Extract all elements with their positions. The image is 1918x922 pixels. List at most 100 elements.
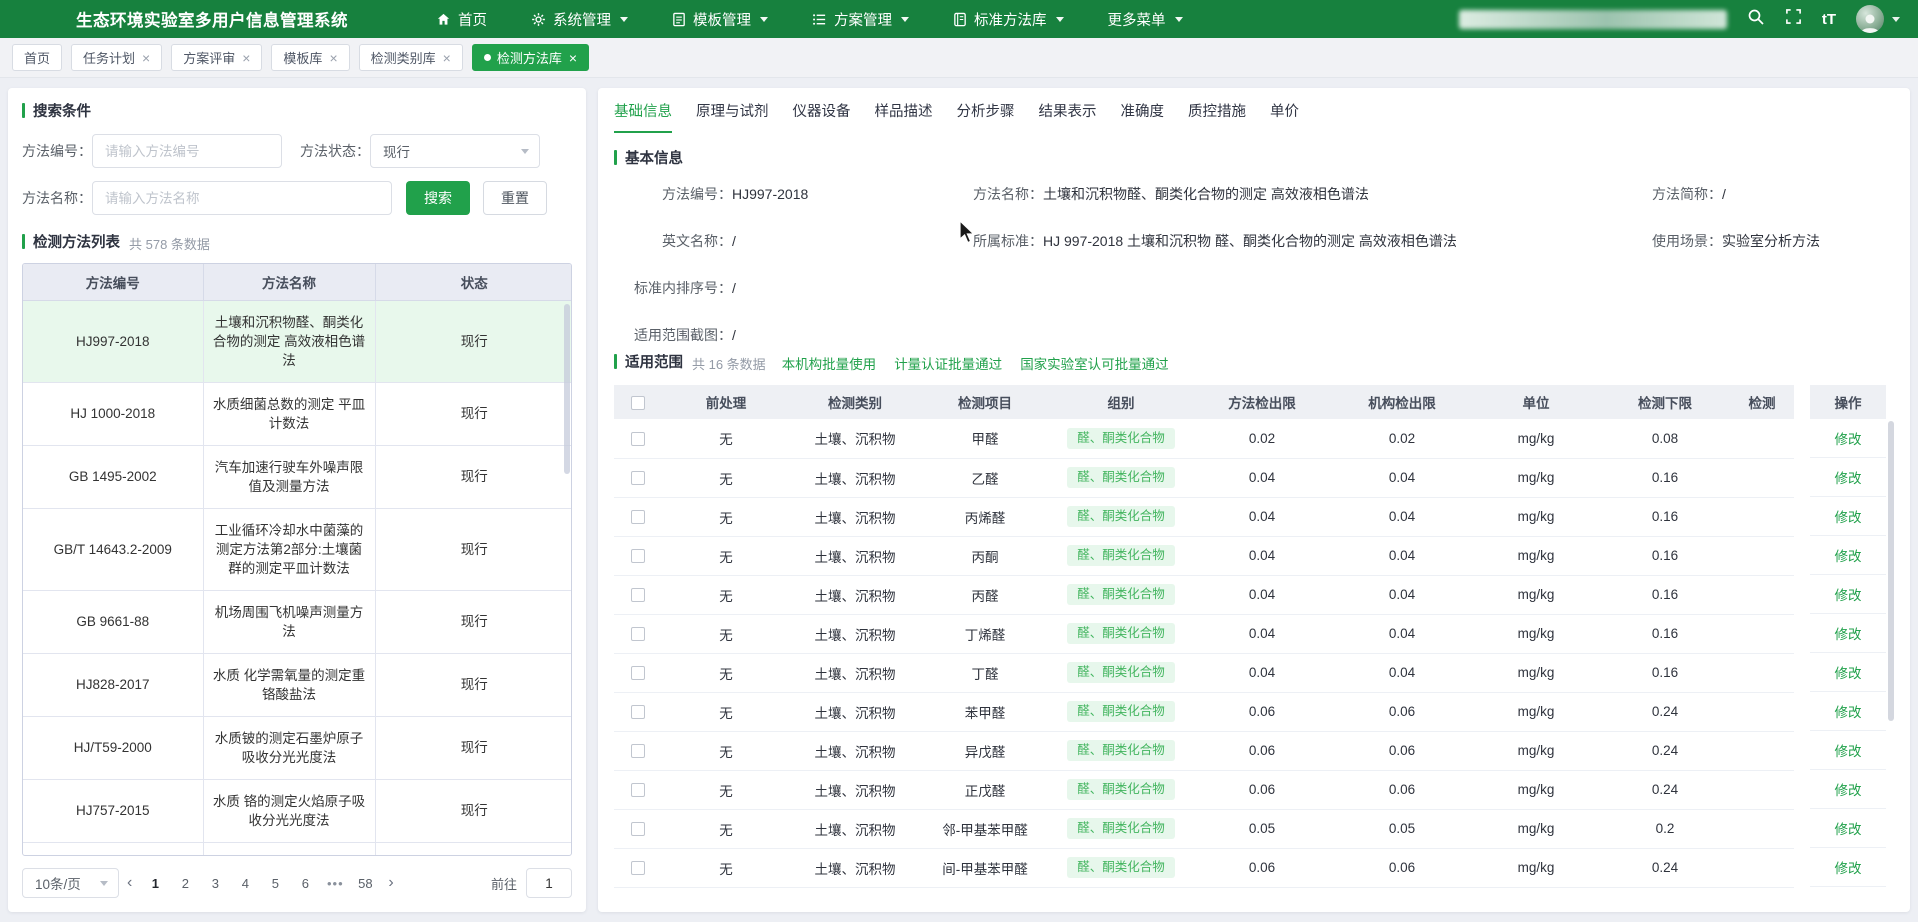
method-row[interactable]: GB 9661-88 机场周围飞机噪声测量方法 现行	[23, 590, 572, 653]
chevron-down-icon[interactable]	[1892, 17, 1900, 22]
edit-link[interactable]: 修改	[1835, 506, 1862, 526]
scope-row[interactable]: 无 土壤、沉积物 丁烯醛 醛、酮类化合物 0.04 0.04 mg/kg 0.1…	[614, 614, 1794, 653]
select-all-checkbox[interactable]	[631, 396, 645, 410]
nav-item-standard[interactable]: 标准方法库	[953, 9, 1064, 30]
detail-tab[interactable]: 原理与试剂	[696, 100, 769, 133]
close-icon[interactable]: ×	[329, 51, 337, 65]
next-page-button[interactable]: ›	[388, 874, 393, 892]
nav-item-plan[interactable]: 方案管理	[812, 9, 909, 30]
row-checkbox[interactable]	[631, 588, 645, 602]
batch-action-link[interactable]: 本机构批量使用	[782, 353, 877, 373]
close-icon[interactable]: ×	[569, 51, 577, 65]
detail-tab[interactable]: 质控措施	[1188, 100, 1246, 133]
close-icon[interactable]: ×	[142, 51, 150, 65]
method-row[interactable]: HJ/T59-2000 水质铍的测定石墨炉原子吸收分光光度法 现行	[23, 716, 572, 779]
prev-page-button[interactable]: ‹	[127, 874, 132, 892]
method-row[interactable]: HJ828-2017 水质 化学需氧量的测定重铬酸盐法 现行	[23, 653, 572, 716]
row-checkbox[interactable]	[631, 549, 645, 563]
scope-row[interactable]: 无 土壤、沉积物 甲醛 醛、酮类化合物 0.02 0.02 mg/kg 0.08	[614, 419, 1794, 458]
list-scrollbar-thumb[interactable]	[564, 304, 570, 474]
reset-button[interactable]: 重置	[483, 181, 547, 215]
edit-link[interactable]: 修改	[1835, 740, 1862, 760]
page-number[interactable]: 6	[296, 876, 314, 891]
page-number[interactable]: 3	[206, 876, 224, 891]
page-number[interactable]: 2	[176, 876, 194, 891]
row-checkbox[interactable]	[631, 822, 645, 836]
method-name-input[interactable]	[92, 181, 392, 215]
method-row[interactable]: HJ757-2015 水质 铬的测定火焰原子吸收分光光度法 现行	[23, 779, 572, 842]
method-row[interactable]: GB/T 14643.2-2009 工业循环冷却水中菌藻的测定方法第2部分:土壤…	[23, 508, 572, 590]
method-row[interactable]: 酸性土壤铵态氮、有效磷、速	[23, 842, 572, 856]
scope-row[interactable]: 无 土壤、沉积物 苯甲醛 醛、酮类化合物 0.06 0.06 mg/kg 0.2…	[614, 692, 1794, 731]
font-size-icon[interactable]: tT	[1822, 11, 1836, 28]
page-number[interactable]: 1	[146, 876, 164, 891]
row-checkbox[interactable]	[631, 627, 645, 641]
row-checkbox[interactable]	[631, 432, 645, 446]
search-button[interactable]: 搜索	[406, 181, 470, 215]
close-icon[interactable]: ×	[443, 51, 451, 65]
edit-link[interactable]: 修改	[1835, 623, 1862, 643]
detail-tab[interactable]: 基础信息	[614, 100, 672, 133]
batch-action-link[interactable]: 国家实验室认可批量通过	[1020, 353, 1169, 373]
batch-action-link[interactable]: 计量认证批量通过	[894, 353, 1002, 373]
edit-link[interactable]: 修改	[1835, 818, 1862, 838]
detail-tab[interactable]: 结果表示	[1039, 100, 1097, 133]
nav-item-system[interactable]: 系统管理	[531, 9, 628, 30]
row-checkbox[interactable]	[631, 861, 645, 875]
edit-link[interactable]: 修改	[1835, 545, 1862, 565]
goto-page-input[interactable]	[526, 868, 572, 898]
detail-tab[interactable]: 分析步骤	[957, 100, 1015, 133]
scope-row[interactable]: 无 土壤、沉积物 丙酮 醛、酮类化合物 0.04 0.04 mg/kg 0.16	[614, 536, 1794, 575]
search-icon[interactable]	[1747, 8, 1765, 31]
close-icon[interactable]: ×	[242, 51, 250, 65]
edit-link[interactable]: 修改	[1835, 857, 1862, 877]
scope-row[interactable]: 无 土壤、沉积物 丙烯醛 醛、酮类化合物 0.04 0.04 mg/kg 0.1…	[614, 497, 1794, 536]
edit-link[interactable]: 修改	[1835, 701, 1862, 721]
edit-link[interactable]: 修改	[1835, 584, 1862, 604]
page-size-select[interactable]: 10条/页	[22, 868, 119, 898]
detail-tab[interactable]: 单价	[1270, 100, 1299, 133]
page-number[interactable]: 58	[356, 876, 374, 891]
row-checkbox[interactable]	[631, 510, 645, 524]
page-tab[interactable]: 首页	[12, 44, 62, 71]
method-code-input[interactable]	[92, 134, 282, 168]
edit-link[interactable]: 修改	[1835, 428, 1862, 448]
edit-link[interactable]: 修改	[1835, 467, 1862, 487]
scope-row[interactable]: 无 土壤、沉积物 邻-甲基苯甲醛 醛、酮类化合物 0.05 0.05 mg/kg…	[614, 809, 1794, 848]
ops-cell: 修改	[1810, 419, 1886, 458]
nav-item-template[interactable]: 模板管理	[672, 9, 768, 30]
detail-tab[interactable]: 仪器设备	[793, 100, 851, 133]
scope-row[interactable]: 无 土壤、沉积物 丙醛 醛、酮类化合物 0.04 0.04 mg/kg 0.16	[614, 575, 1794, 614]
page-tab[interactable]: 方案评审 ×	[171, 44, 262, 71]
row-checkbox[interactable]	[631, 783, 645, 797]
method-status-select[interactable]: 现行	[370, 134, 540, 168]
scope-row[interactable]: 无 土壤、沉积物 正戊醛 醛、酮类化合物 0.06 0.06 mg/kg 0.2…	[614, 770, 1794, 809]
scope-row[interactable]: 无 土壤、沉积物 异戊醛 醛、酮类化合物 0.06 0.06 mg/kg 0.2…	[614, 731, 1794, 770]
method-row[interactable]: GB 1495-2002 汽车加速行驶车外噪声限值及测量方法 现行	[23, 445, 572, 508]
nav-item-home[interactable]: 首页	[436, 9, 487, 30]
page-tab[interactable]: 任务计划 ×	[71, 44, 162, 71]
nav-item-more[interactable]: 更多菜单	[1108, 9, 1183, 30]
page-number[interactable]: 4	[236, 876, 254, 891]
scope-scrollbar-thumb[interactable]	[1888, 421, 1894, 721]
page-tab[interactable]: 模板库 ×	[271, 44, 349, 71]
scope-row[interactable]: 无 土壤、沉积物 乙醛 醛、酮类化合物 0.04 0.04 mg/kg 0.16	[614, 458, 1794, 497]
scope-row[interactable]: 无 土壤、沉积物 丁醛 醛、酮类化合物 0.04 0.04 mg/kg 0.16	[614, 653, 1794, 692]
page-number[interactable]: •••	[326, 876, 344, 891]
page-number[interactable]: 5	[266, 876, 284, 891]
row-checkbox[interactable]	[631, 471, 645, 485]
detail-tab[interactable]: 准确度	[1121, 100, 1165, 133]
edit-link[interactable]: 修改	[1835, 662, 1862, 682]
page-tab[interactable]: 检测类别库 ×	[359, 44, 463, 71]
edit-link[interactable]: 修改	[1835, 779, 1862, 799]
page-tab[interactable]: 检测方法库 ×	[472, 44, 589, 71]
row-checkbox[interactable]	[631, 666, 645, 680]
avatar[interactable]	[1856, 5, 1884, 33]
method-row[interactable]: HJ997-2018 土壤和沉积物醛、酮类化合物的测定 高效液相色谱法 现行	[23, 300, 572, 382]
fullscreen-icon[interactable]	[1785, 8, 1802, 30]
method-row[interactable]: HJ 1000-2018 水质细菌总数的测定 平皿计数法 现行	[23, 382, 572, 445]
row-checkbox[interactable]	[631, 744, 645, 758]
detail-tab[interactable]: 样品描述	[875, 100, 933, 133]
scope-row[interactable]: 无 土壤、沉积物 间-甲基苯甲醛 醛、酮类化合物 0.06 0.06 mg/kg…	[614, 848, 1794, 887]
row-checkbox[interactable]	[631, 705, 645, 719]
